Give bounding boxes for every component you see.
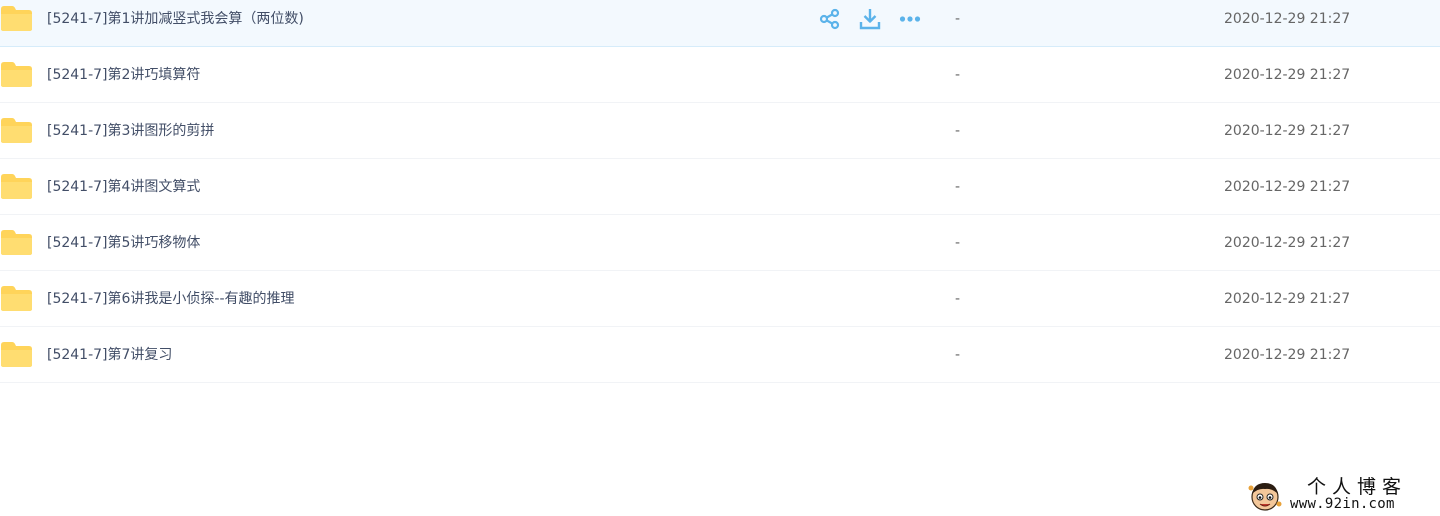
file-row[interactable]: [5241-7]第7讲复习 - 2020-12-29 21:27 xyxy=(0,327,1440,383)
folder-icon xyxy=(0,229,33,256)
file-size: - xyxy=(955,11,961,27)
file-date: 2020-12-29 21:27 xyxy=(1224,11,1351,27)
file-row[interactable]: [5241-7]第6讲我是小侦探--有趣的推理 - 2020-12-29 21:… xyxy=(0,271,1440,327)
file-size: - xyxy=(955,235,961,251)
file-row[interactable]: [5241-7]第3讲图形的剪拼 - 2020-12-29 21:27 xyxy=(0,103,1440,159)
file-date: 2020-12-29 21:27 xyxy=(1224,235,1351,251)
share-icon[interactable] xyxy=(819,8,841,30)
site-watermark: 个人博客 www.92in.com xyxy=(1246,474,1440,516)
file-row[interactable]: [5241-7]第5讲巧移物体 - 2020-12-29 21:27 xyxy=(0,215,1440,271)
file-date: 2020-12-29 21:27 xyxy=(1224,123,1351,139)
file-size: - xyxy=(955,291,961,307)
download-icon[interactable] xyxy=(859,8,881,30)
folder-icon xyxy=(0,285,33,312)
watermark-title: 个人博客 xyxy=(1307,476,1408,498)
file-size: - xyxy=(955,179,961,195)
file-name[interactable]: [5241-7]第6讲我是小侦探--有趣的推理 xyxy=(47,289,295,309)
file-date: 2020-12-29 21:27 xyxy=(1224,291,1351,307)
file-name[interactable]: [5241-7]第3讲图形的剪拼 xyxy=(47,121,214,141)
folder-icon xyxy=(0,341,33,368)
file-date: 2020-12-29 21:27 xyxy=(1224,67,1351,83)
file-row[interactable]: [5241-7]第4讲图文算式 - 2020-12-29 21:27 xyxy=(0,159,1440,215)
file-date: 2020-12-29 21:27 xyxy=(1224,179,1351,195)
folder-icon xyxy=(0,61,33,88)
file-date: 2020-12-29 21:27 xyxy=(1224,347,1351,363)
watermark-url: www.92in.com xyxy=(1290,496,1395,512)
file-size: - xyxy=(955,67,961,83)
file-row[interactable]: [5241-7]第2讲巧填算符 - 2020-12-29 21:27 xyxy=(0,47,1440,103)
folder-icon xyxy=(0,5,33,32)
file-name[interactable]: [5241-7]第4讲图文算式 xyxy=(47,177,200,197)
file-size: - xyxy=(955,347,961,363)
file-name[interactable]: [5241-7]第1讲加减竖式我会算（两位数) xyxy=(47,9,304,29)
mascot-icon xyxy=(1248,480,1282,512)
folder-icon xyxy=(0,173,33,200)
folder-icon xyxy=(0,117,33,144)
file-row[interactable]: [5241-7]第1讲加减竖式我会算（两位数) - 2020-12-29 21:… xyxy=(0,0,1440,47)
file-name[interactable]: [5241-7]第7讲复习 xyxy=(47,345,172,365)
more-icon[interactable] xyxy=(899,8,921,30)
file-list: [5241-7]第1讲加减竖式我会算（两位数) - 2020-12-29 21:… xyxy=(0,0,1440,383)
file-size: - xyxy=(955,123,961,139)
file-name[interactable]: [5241-7]第2讲巧填算符 xyxy=(47,65,200,85)
file-name[interactable]: [5241-7]第5讲巧移物体 xyxy=(47,233,200,253)
